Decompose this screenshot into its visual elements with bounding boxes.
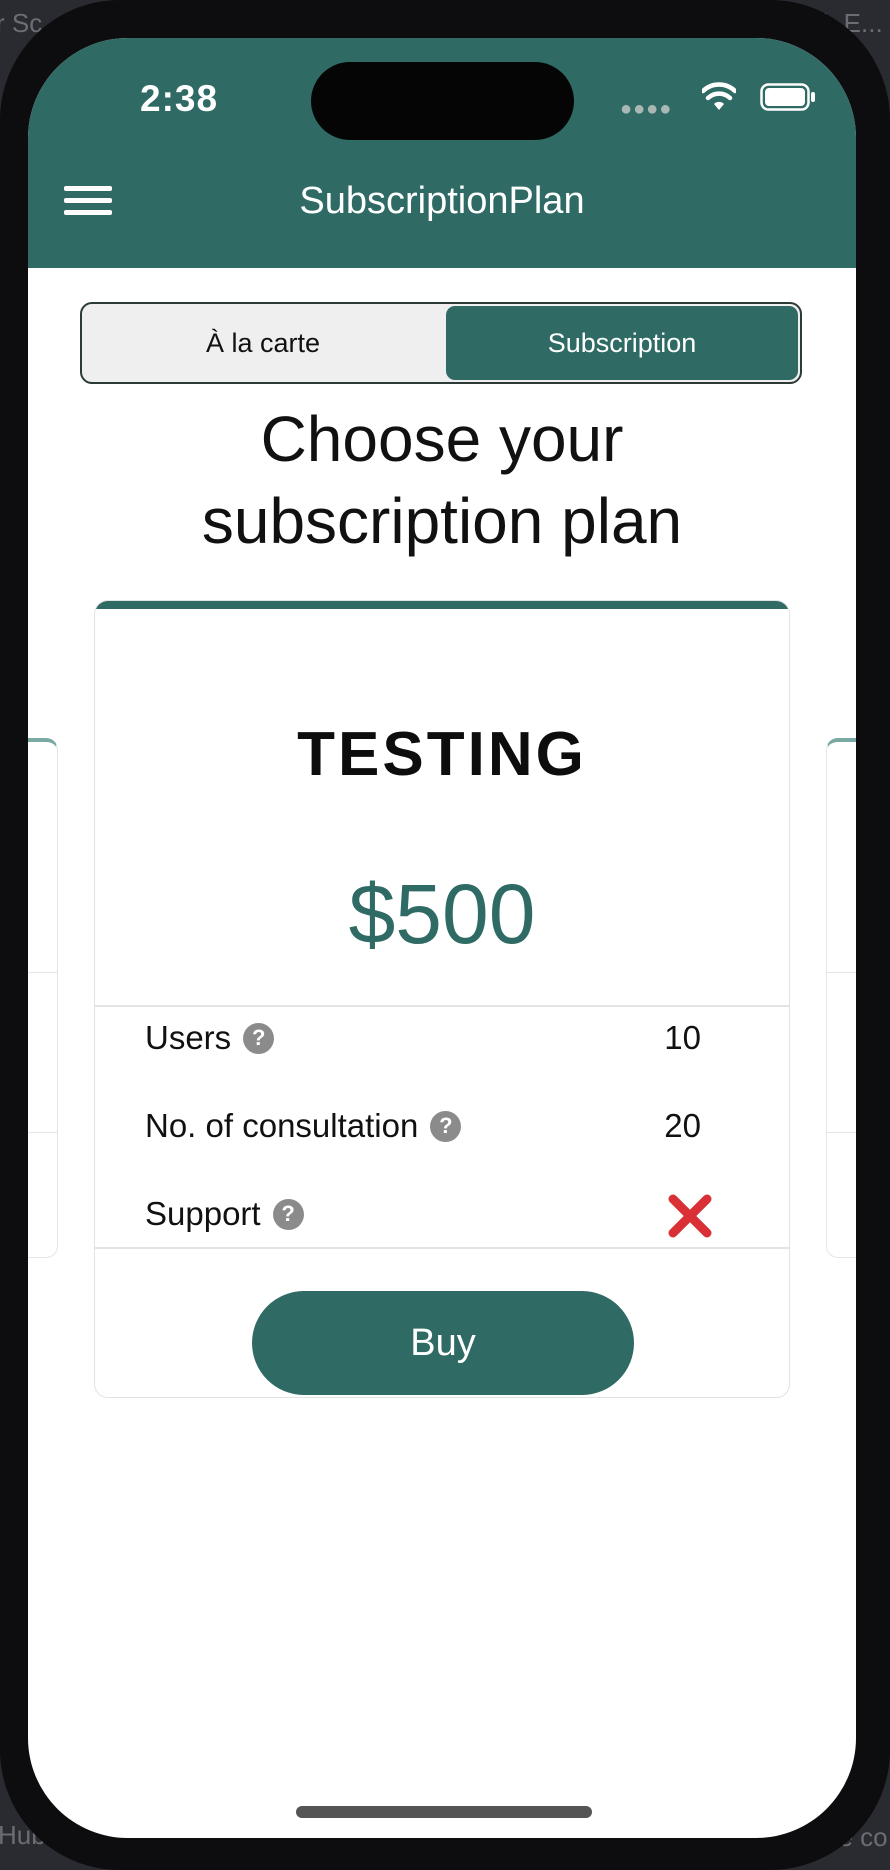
- plan-name: TESTING: [297, 720, 587, 789]
- battery-icon: [760, 83, 815, 111]
- help-icon[interactable]: ?: [243, 1022, 275, 1054]
- divider: [95, 1005, 789, 1007]
- feature-label: No. of consultation: [145, 1107, 419, 1144]
- feature-row-users: Users ? 10: [145, 1009, 741, 1069]
- x-icon: [668, 1194, 712, 1238]
- plan-card: TESTING $500 Users ? 10 No. of consultat…: [94, 600, 790, 1398]
- plan-price: $500: [348, 867, 536, 961]
- feature-row-consultation: No. of consultation ? 20: [145, 1097, 741, 1157]
- card-accent-bar: [95, 601, 789, 609]
- feature-label: Users: [145, 1019, 232, 1056]
- wifi-icon: [702, 82, 736, 110]
- help-icon[interactable]: ?: [430, 1110, 462, 1142]
- next-plan-card[interactable]: [826, 738, 856, 1258]
- segment-subscription[interactable]: Subscription: [446, 306, 798, 380]
- heading-line-1: Choose your: [260, 403, 624, 475]
- phone-screen: 2:38 ●●●● SubscriptionPlan À la carte Su…: [28, 38, 856, 1838]
- buy-button[interactable]: Buy: [252, 1291, 634, 1395]
- feature-row-support: Support ?: [145, 1185, 741, 1245]
- status-time: 2:38: [140, 78, 219, 119]
- segment-a-la-carte[interactable]: À la carte: [82, 304, 444, 382]
- feature-value: 20: [664, 1107, 701, 1144]
- feature-label: Support: [145, 1195, 261, 1232]
- divider: [95, 1247, 789, 1249]
- dynamic-island: [311, 62, 574, 140]
- cellular-signal-icon: ●●●●: [620, 98, 673, 120]
- page-title: SubscriptionPlan: [299, 180, 585, 222]
- app-header: 2:38 ●●●● SubscriptionPlan: [28, 38, 856, 268]
- feature-value: 10: [664, 1019, 701, 1056]
- plan-type-segmented-control: À la carte Subscription: [80, 302, 802, 384]
- help-icon[interactable]: ?: [272, 1198, 304, 1230]
- home-indicator: [296, 1806, 592, 1818]
- previous-plan-card[interactable]: [28, 738, 58, 1258]
- heading-line-2: subscription plan: [201, 485, 683, 557]
- page-heading: Choose your subscription plan: [28, 398, 856, 562]
- phone-frame: 2:38 ●●●● SubscriptionPlan À la carte Su…: [0, 0, 890, 1870]
